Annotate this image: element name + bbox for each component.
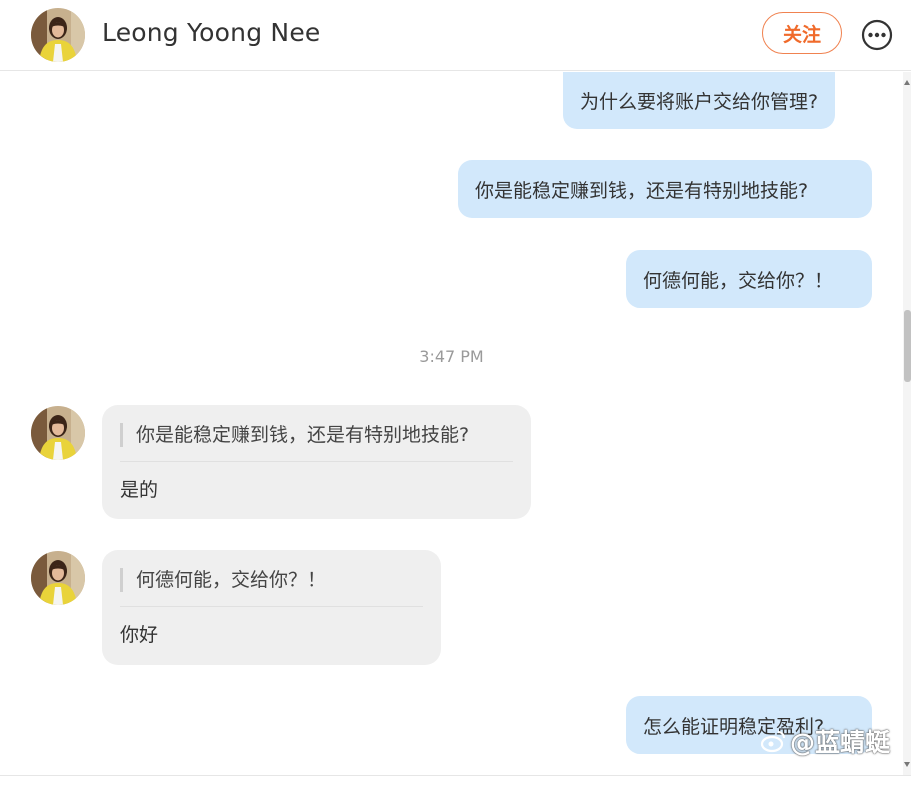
quoted-message: 何德何能，交给你？！	[120, 568, 423, 592]
watermark: @蓝蜻蜓	[760, 724, 890, 758]
outgoing-message[interactable]: 为什么要将账户交给你管理?	[563, 72, 836, 129]
message-list[interactable]: 为什么要将账户交给你管理? 你是能稳定赚到钱，还是有特别地技能? 何德何能，交给…	[0, 72, 903, 775]
scroll-up-arrow-icon[interactable]	[904, 80, 910, 85]
chat-header: Leong Yoong Nee 关注	[0, 0, 911, 71]
message-timestamp: 3:47 PM	[419, 347, 484, 366]
quote-divider	[120, 461, 513, 462]
outgoing-message[interactable]: 何德何能，交给你？！	[626, 250, 872, 308]
divider	[0, 775, 911, 776]
contact-avatar[interactable]	[31, 406, 85, 460]
incoming-message[interactable]: 你是能稳定赚到钱，还是有特别地技能? 是的	[102, 405, 531, 519]
quote-divider	[120, 606, 423, 607]
incoming-message[interactable]: 何德何能，交给你？！ 你好	[102, 550, 441, 665]
outgoing-message[interactable]: 你是能稳定赚到钱，还是有特别地技能?	[458, 160, 872, 218]
scrollbar[interactable]	[903, 72, 911, 775]
scroll-down-arrow-icon[interactable]	[904, 762, 910, 767]
follow-button[interactable]: 关注	[762, 12, 842, 54]
more-options-icon[interactable]	[861, 19, 893, 51]
reply-text: 是的	[120, 479, 159, 501]
scrollbar-thumb[interactable]	[904, 310, 911, 382]
quoted-message: 你是能稳定赚到钱，还是有特别地技能?	[120, 423, 513, 447]
watermark-text: @蓝蜻蜓	[790, 728, 891, 757]
contact-name[interactable]: Leong Yoong Nee	[102, 18, 321, 47]
contact-avatar[interactable]	[31, 551, 85, 605]
reply-text: 你好	[120, 624, 159, 646]
contact-avatar[interactable]	[31, 8, 85, 62]
weibo-logo-icon	[760, 731, 785, 753]
